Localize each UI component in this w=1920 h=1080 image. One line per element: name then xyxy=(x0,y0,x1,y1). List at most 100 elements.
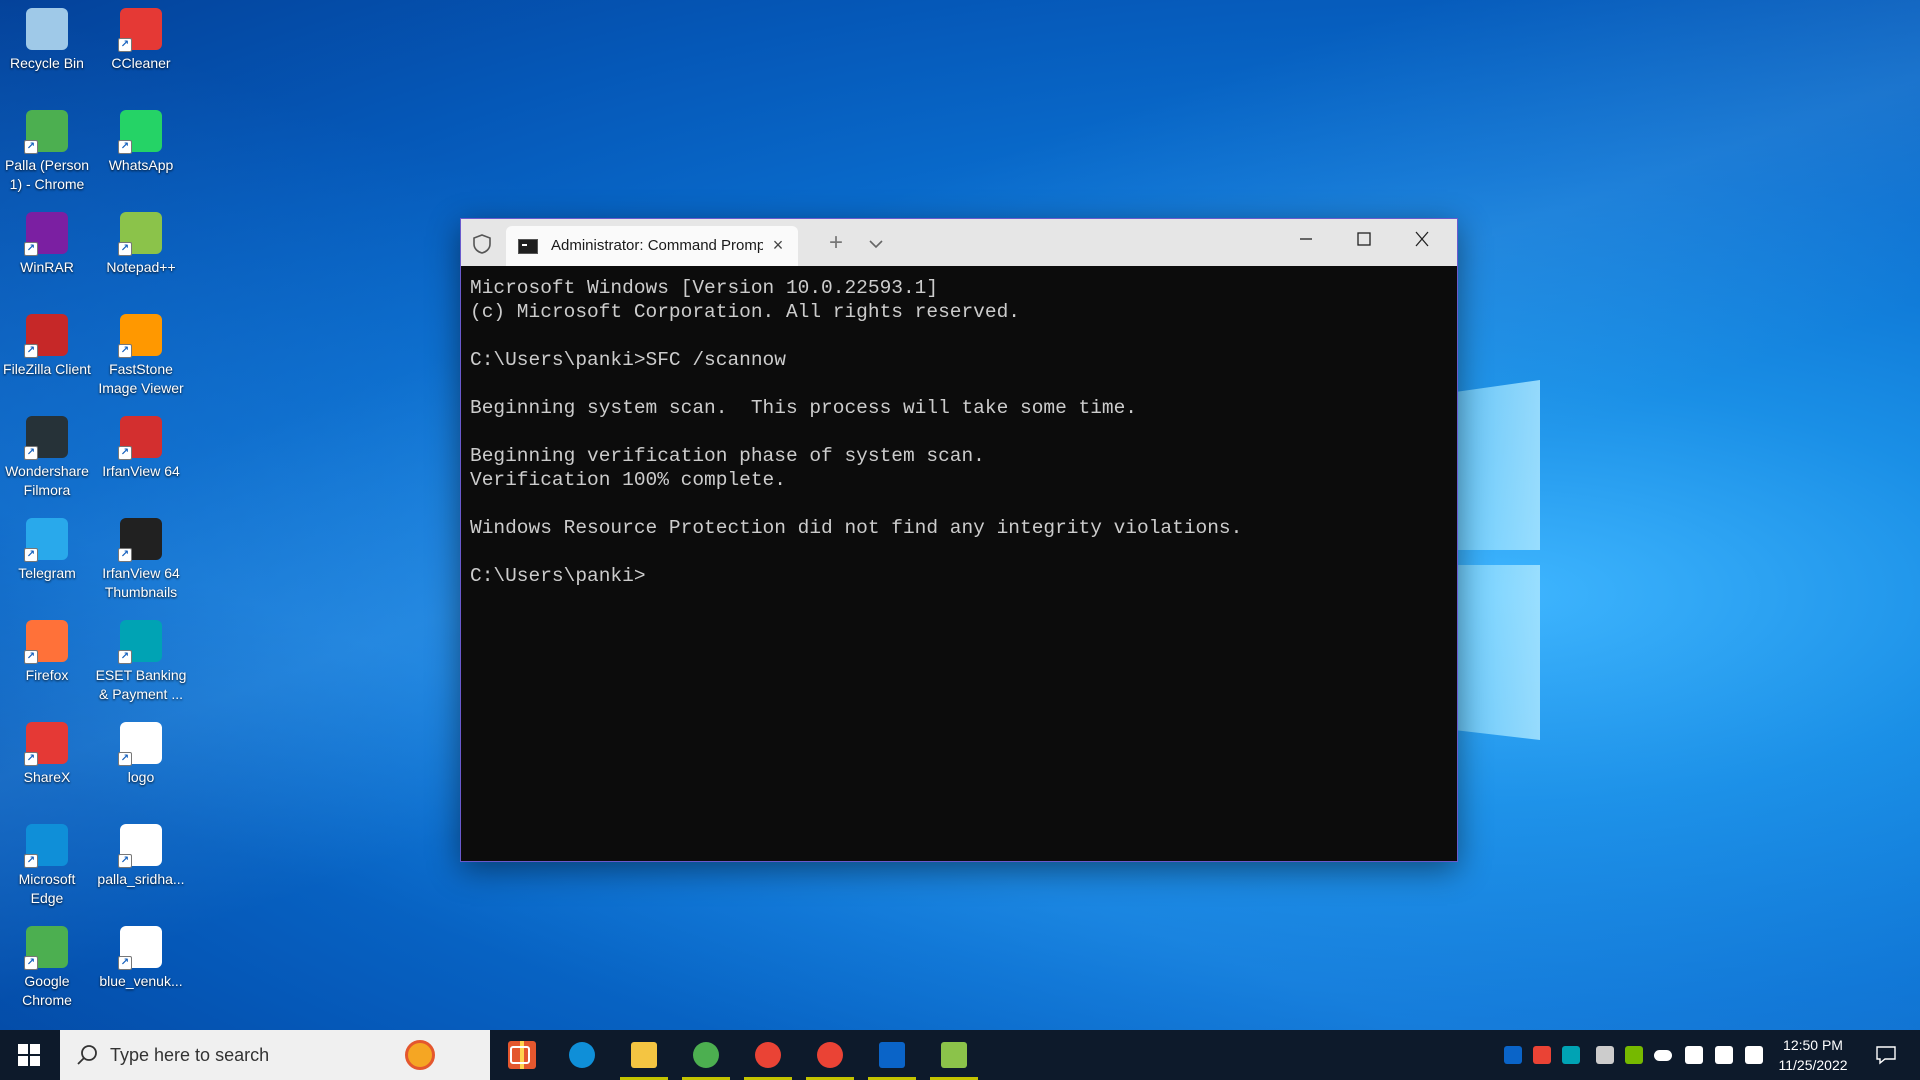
chevron-down-icon[interactable] xyxy=(861,231,891,257)
desktop-icon-irfanview[interactable]: ↗ IrfanView 64 xyxy=(95,410,187,506)
shortcut-arrow-icon: ↗ xyxy=(118,140,132,154)
desktop-icon-ccleaner[interactable]: ↗ CCleaner xyxy=(95,2,187,98)
desktop-icon-label: WinRAR xyxy=(20,259,74,275)
desktop-icon-notepad-plus-plus[interactable]: ↗ Notepad++ xyxy=(95,206,187,302)
notepad-plus-plus-icon xyxy=(941,1042,967,1068)
terminal-line: (c) Microsoft Corporation. All rights re… xyxy=(470,301,1020,323)
chrome-profile-icon xyxy=(755,1042,781,1068)
taskbar-app-outlook[interactable] xyxy=(862,1030,922,1080)
shortcut-arrow-icon: ↗ xyxy=(118,854,132,868)
shortcut-arrow-icon: ↗ xyxy=(118,650,132,664)
terminal-output[interactable]: Microsoft Windows [Version 10.0.22593.1]… xyxy=(461,266,1457,861)
action-center-button[interactable] xyxy=(1862,1030,1910,1080)
desktop-icon-chrome-profile[interactable]: ↗ Palla (Person 1) - Chrome xyxy=(1,104,93,200)
terminal-line: C:\Users\panki>SFC /scannow xyxy=(470,349,786,371)
desktop-icon-label: IrfanView 64 Thumbnails xyxy=(102,565,180,600)
start-button[interactable] xyxy=(0,1030,58,1080)
desktop-icon-irfanview-thumbnails[interactable]: ↗ IrfanView 64 Thumbnails xyxy=(95,512,187,608)
tray-chrome-tray[interactable] xyxy=(1530,1030,1554,1080)
shortcut-arrow-icon: ↗ xyxy=(118,956,132,970)
outlook-icon xyxy=(879,1042,905,1068)
taskbar-app-file-explorer[interactable] xyxy=(614,1030,674,1080)
desktop-icon-firefox[interactable]: ↗ Firefox xyxy=(1,614,93,710)
desktop-icon-filmora[interactable]: ↗ Wondershare Filmora xyxy=(1,410,93,506)
shortcut-arrow-icon: ↗ xyxy=(118,344,132,358)
desktop-icon-faststone[interactable]: ↗ FastStone Image Viewer xyxy=(95,308,187,404)
desktop-icon-label: Google Chrome xyxy=(22,973,72,1008)
chrome-profile-icon: ↗ xyxy=(24,110,68,154)
desktop-icon-label: IrfanView 64 xyxy=(102,463,180,479)
desktop-icon-whatsapp[interactable]: ↗ WhatsApp xyxy=(95,104,187,200)
taskbar: Type here to search 12:50 PM 11/25/2022 xyxy=(0,1030,1920,1080)
close-icon xyxy=(1415,231,1429,247)
edge-icon: ↗ xyxy=(24,824,68,868)
desktop-icon-label: palla_sridha... xyxy=(97,871,185,887)
desktop-icon-jpg-file[interactable]: ↗ blue_venuk... xyxy=(95,920,187,1016)
shortcut-arrow-icon: ↗ xyxy=(24,752,38,766)
shortcut-arrow-icon: ↗ xyxy=(24,344,38,358)
filmora-icon: ↗ xyxy=(24,416,68,460)
edge-icon xyxy=(569,1042,595,1068)
desktop-icon-png-file[interactable]: ↗ logo xyxy=(95,716,187,812)
shortcut-arrow-icon: ↗ xyxy=(24,548,38,562)
desktop-icon-sharex[interactable]: ↗ ShareX xyxy=(1,716,93,812)
whatsapp-icon: ↗ xyxy=(118,110,162,154)
desktop-icon-label: ESET Banking & Payment ... xyxy=(95,667,187,702)
taskbar-app-chrome-profile[interactable] xyxy=(800,1030,860,1080)
command-prompt-icon xyxy=(518,239,538,254)
maximize-button[interactable] xyxy=(1335,219,1393,259)
chrome-tray-icon xyxy=(1533,1046,1551,1064)
desktop-icon-png-file[interactable]: ↗ palla_sridha... xyxy=(95,818,187,914)
tray-volume[interactable] xyxy=(1742,1030,1766,1080)
desktop-icon-label: Notepad++ xyxy=(106,259,176,275)
taskbar-app-chrome-profile[interactable] xyxy=(738,1030,798,1080)
task-view-icon xyxy=(510,1046,530,1064)
desktop-icon-label: Firefox xyxy=(25,667,69,683)
clock[interactable]: 12:50 PM 11/25/2022 xyxy=(1768,1035,1858,1075)
desktop-icon-label: Telegram xyxy=(18,565,76,581)
minimize-button[interactable] xyxy=(1277,219,1335,259)
firefox-icon: ↗ xyxy=(24,620,68,664)
shortcut-arrow-icon: ↗ xyxy=(118,242,132,256)
desktop-icon-recycle-bin[interactable]: Recycle Bin xyxy=(1,2,93,98)
tray-onedrive[interactable] xyxy=(1651,1030,1675,1080)
tray-security[interactable] xyxy=(1682,1030,1706,1080)
taskbar-app-edge[interactable] xyxy=(552,1030,612,1080)
terminal-window[interactable]: Administrator: Command Prompt × + Micros… xyxy=(460,218,1458,862)
shortcut-arrow-icon: ↗ xyxy=(24,650,38,664)
minimize-icon xyxy=(1300,238,1312,240)
desktop-icon-eset-banking[interactable]: ↗ ESET Banking & Payment ... xyxy=(95,614,187,710)
faststone-icon: ↗ xyxy=(118,314,162,358)
desktop-icon-label: Wondershare Filmora xyxy=(5,463,89,498)
shortcut-arrow-icon: ↗ xyxy=(118,548,132,562)
irfanview-icon: ↗ xyxy=(118,416,162,460)
search-box[interactable]: Type here to search xyxy=(60,1030,536,1080)
taskbar-app-task-view[interactable] xyxy=(490,1030,550,1080)
tab-close-icon[interactable]: × xyxy=(768,235,788,255)
taskbar-app-notepad-plus-plus[interactable] xyxy=(924,1030,984,1080)
alarm-clock-icon xyxy=(405,1040,435,1070)
png-file-icon: ↗ xyxy=(118,722,162,766)
shortcut-arrow-icon: ↗ xyxy=(24,140,38,154)
new-tab-button[interactable]: + xyxy=(821,229,851,259)
tray-usb[interactable] xyxy=(1593,1030,1617,1080)
desktop-icon-filezilla[interactable]: ↗ FileZilla Client xyxy=(1,308,93,404)
desktop-icon-label: Recycle Bin xyxy=(10,55,84,71)
tray-network[interactable] xyxy=(1712,1030,1736,1080)
desktop-icon-winrar[interactable]: ↗ WinRAR xyxy=(1,206,93,302)
desktop-icon-chrome[interactable]: ↗ Google Chrome xyxy=(1,920,93,1016)
file-explorer-icon xyxy=(631,1042,657,1068)
desktop-icon-edge[interactable]: ↗ Microsoft Edge xyxy=(1,818,93,914)
tray-outlook-tray[interactable] xyxy=(1501,1030,1525,1080)
taskbar-app-chrome[interactable] xyxy=(676,1030,736,1080)
tray-nvidia[interactable] xyxy=(1622,1030,1646,1080)
usb-icon xyxy=(1596,1046,1614,1064)
tray-eset-tray[interactable] xyxy=(1559,1030,1583,1080)
title-bar[interactable]: Administrator: Command Prompt × + xyxy=(461,219,1457,266)
tab-command-prompt[interactable]: Administrator: Command Prompt × xyxy=(506,226,798,266)
close-button[interactable] xyxy=(1393,219,1451,259)
shortcut-arrow-icon: ↗ xyxy=(24,854,38,868)
desktop-icon-telegram[interactable]: ↗ Telegram xyxy=(1,512,93,608)
sharex-icon: ↗ xyxy=(24,722,68,766)
